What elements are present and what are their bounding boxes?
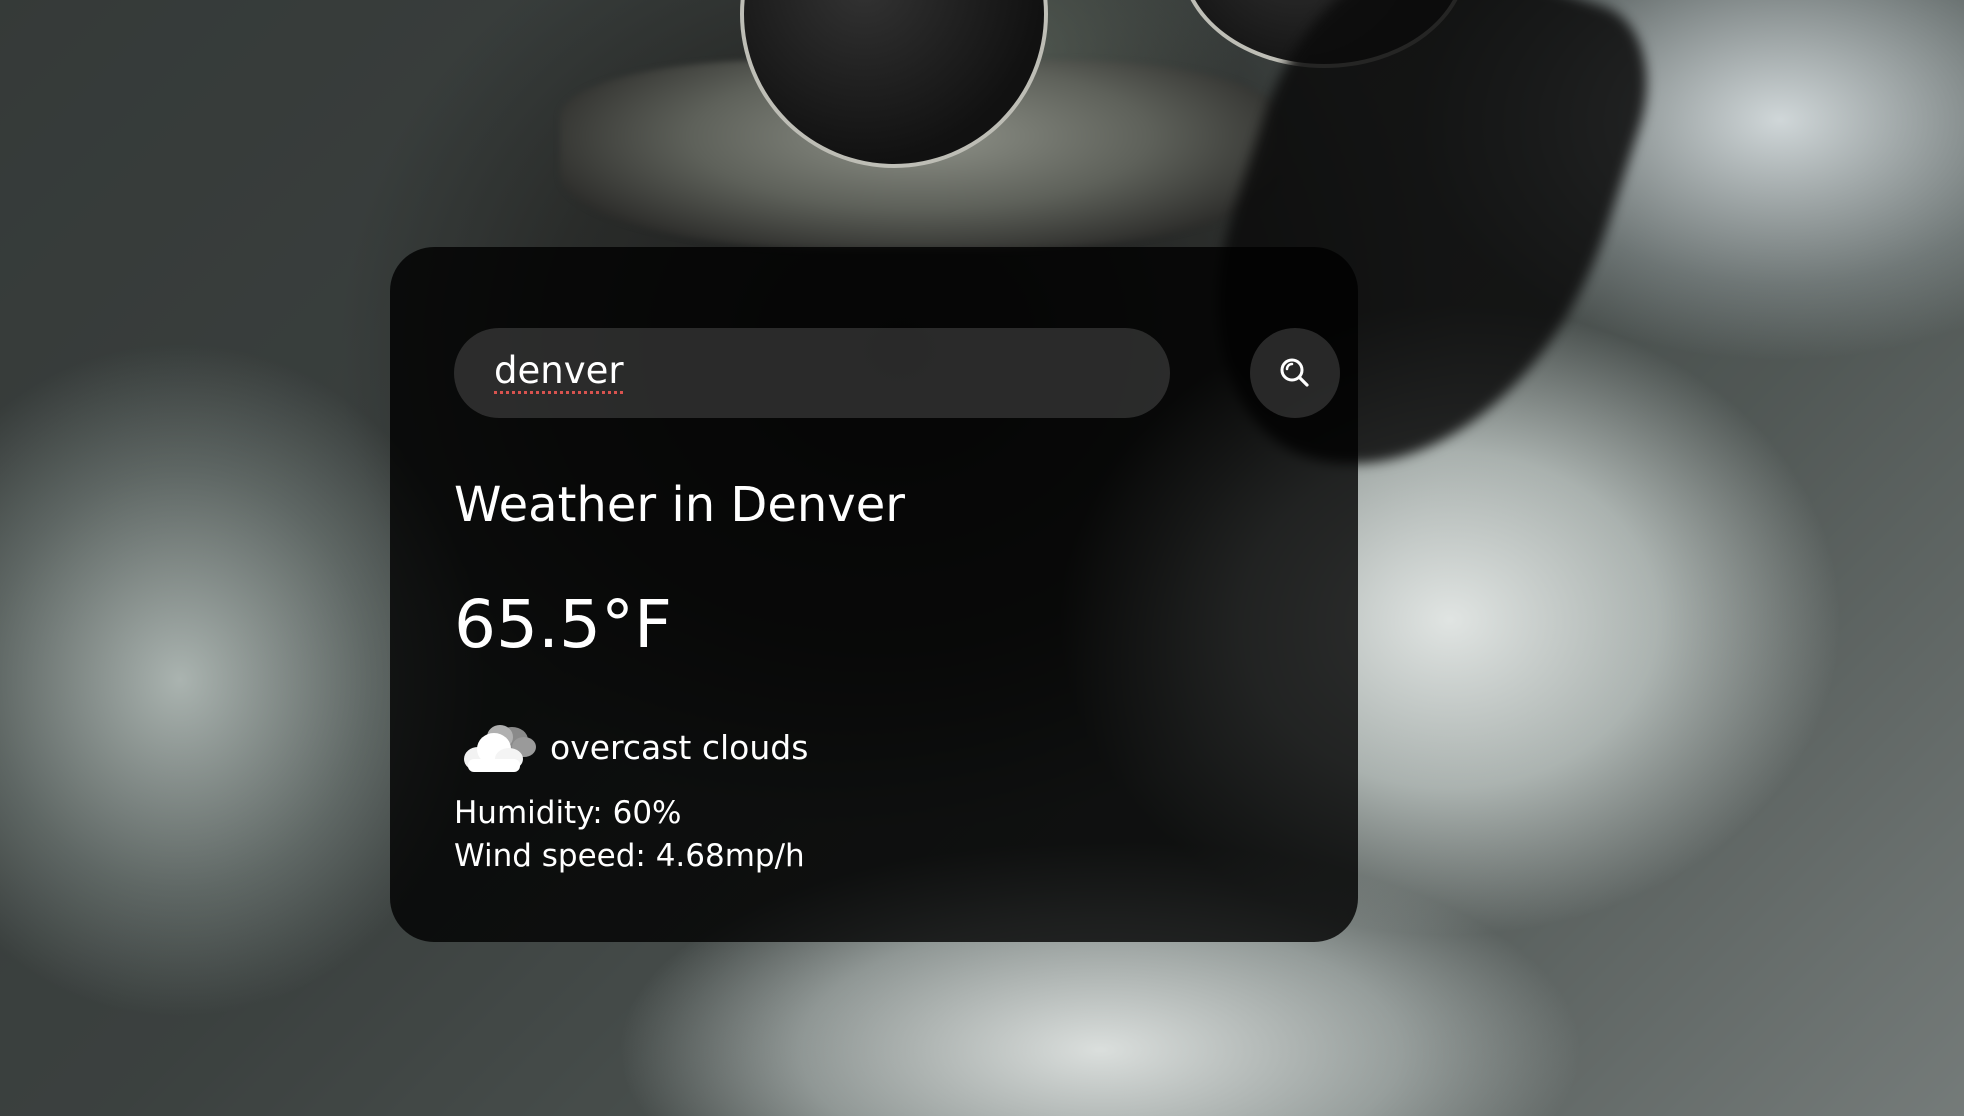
temperature: 65.5°F: [454, 586, 672, 663]
search-icon: [1280, 358, 1309, 387]
weather-card: denver Weather in Denver 65.5°F overcast…: [390, 247, 1358, 942]
search-bar: denver: [454, 328, 1340, 418]
humidity-text: Humidity: 60%: [454, 795, 682, 831]
cloud-icon: [464, 725, 536, 772]
condition-description: overcast clouds: [550, 728, 809, 767]
search-button[interactable]: [1250, 328, 1340, 418]
wind-speed-text: Wind speed: 4.68mp/h: [454, 838, 805, 874]
search-input[interactable]: [454, 328, 1170, 418]
condition-row: overcast clouds: [454, 713, 808, 783]
city-title: Weather in Denver: [454, 477, 905, 533]
